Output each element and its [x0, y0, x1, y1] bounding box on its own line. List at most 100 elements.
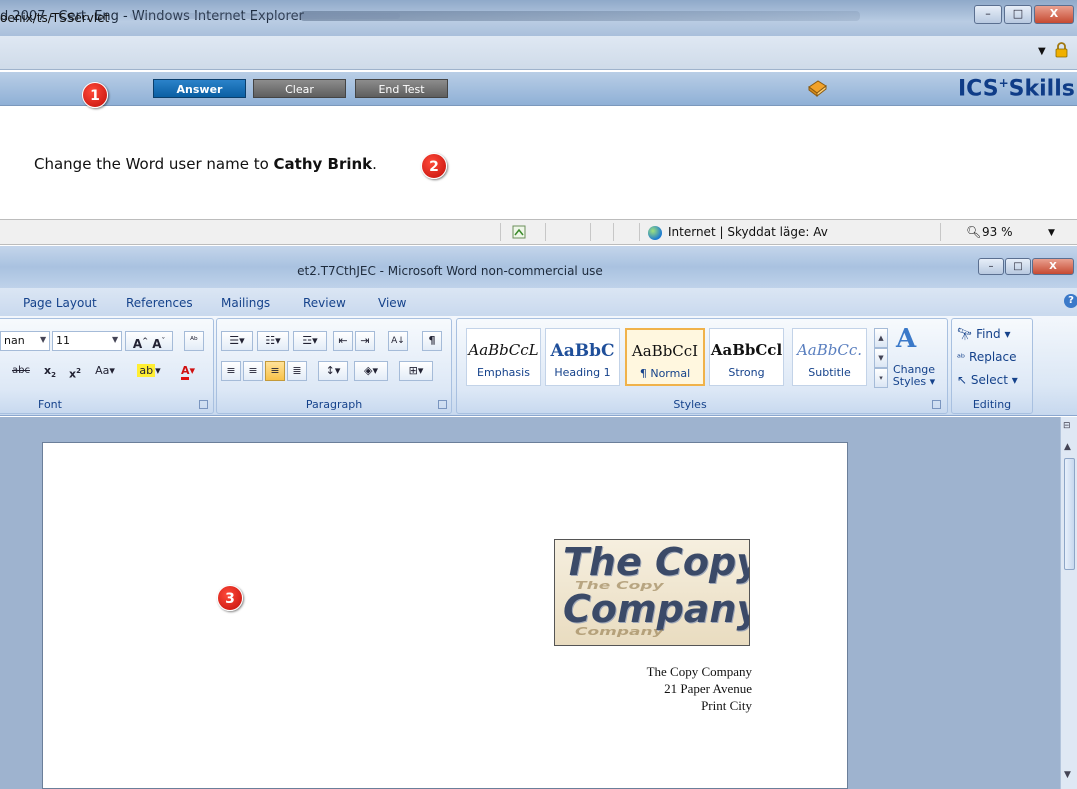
sort-icon[interactable]: A↓	[388, 331, 408, 351]
ics-skills-logo: ICS+Skills	[958, 76, 1075, 102]
word-close-button[interactable]: X	[1032, 258, 1074, 275]
find-button[interactable]: 🔭︎ Find ▾	[957, 327, 1011, 341]
status-separator	[500, 223, 501, 241]
font-size-dropdown-icon[interactable]: ▼	[112, 335, 118, 344]
grow-shrink-font-icon[interactable]: A^ Aˇ	[125, 331, 173, 351]
multilevel-list-icon[interactable]: ☲▾	[293, 331, 327, 351]
address-url[interactable]: oenix/ts/TSServlet	[0, 11, 109, 25]
bullets-icon[interactable]: ☰▾	[221, 331, 253, 351]
style-heading-1[interactable]: AaBbC Heading 1	[545, 328, 620, 386]
replace-button[interactable]: ᵃᵇ Replace	[957, 350, 1017, 364]
show-formatting-icon[interactable]: ¶	[422, 331, 442, 351]
zoom-level[interactable]: 93 %	[982, 225, 1013, 239]
styles-scroll-up-icon[interactable]: ▲	[874, 328, 888, 348]
clear-formatting-icon[interactable]: ᴬᵇ	[184, 331, 204, 351]
style-subtitle[interactable]: AaBbCc. Subtitle	[792, 328, 867, 386]
styles-dialog-launcher-icon[interactable]	[932, 400, 941, 409]
close-button[interactable]: X	[1034, 5, 1074, 24]
answer-button[interactable]: Answer	[153, 79, 246, 98]
change-styles-icon[interactable]: A	[896, 324, 916, 354]
select-label: Select ▾	[970, 373, 1018, 387]
styles-more-icon[interactable]: ▾	[874, 368, 888, 388]
status-separator	[940, 223, 941, 241]
help-book-icon[interactable]	[806, 78, 828, 98]
status-separator	[590, 223, 591, 241]
style-sample: AaBbCcL	[468, 341, 539, 359]
style-name: Heading 1	[554, 366, 611, 379]
address-dropdown-icon[interactable]: ▼	[1038, 46, 1046, 57]
tab-mailings[interactable]: Mailings	[221, 296, 270, 310]
borders-icon[interactable]: ⊞▾	[399, 361, 433, 381]
justify-icon[interactable]: ≣	[287, 361, 307, 381]
style-name: Strong	[728, 366, 765, 379]
clear-button[interactable]: Clear	[253, 79, 346, 98]
security-zone[interactable]: Internet | Skyddat läge: Av	[668, 225, 828, 239]
zoom-icon[interactable]: 🔍︎	[966, 225, 981, 239]
help-icon[interactable]: ?	[1064, 294, 1077, 308]
font-group-label: Font	[38, 398, 62, 411]
minimize-button[interactable]: –	[974, 5, 1002, 24]
align-right-icon[interactable]: ≡	[265, 361, 285, 381]
logo-text-line-1: The Copy	[563, 540, 750, 584]
style-name: ¶ Normal	[639, 367, 691, 380]
tab-references[interactable]: References	[126, 296, 193, 310]
tab-review[interactable]: Review	[303, 296, 346, 310]
question-text: Change the Word user name to Cathy Brink…	[34, 155, 377, 173]
styles-scroll-down-icon[interactable]: ▼	[874, 348, 888, 368]
ruler-toggle-icon[interactable]: ⊟	[1063, 421, 1071, 431]
maximize-button[interactable]: □	[1004, 5, 1032, 24]
binoculars-icon: 🔭︎	[957, 327, 973, 341]
style-sample: AaBbCcl	[710, 341, 783, 359]
tab-page-layout[interactable]: Page Layout	[23, 296, 97, 310]
highlight-icon[interactable]: ab ▾	[131, 361, 167, 381]
font-dialog-launcher-icon[interactable]	[199, 400, 208, 409]
select-button[interactable]: ↖ Select ▾	[957, 373, 1018, 387]
status-separator	[639, 223, 640, 241]
font-color-icon[interactable]: A▾	[170, 361, 206, 381]
decrease-indent-icon[interactable]: ⇤	[333, 331, 353, 351]
style-sample: AaBbC	[550, 341, 615, 361]
style-strong[interactable]: AaBbCcl Strong	[709, 328, 784, 386]
popup-blocker-icon[interactable]	[512, 225, 526, 239]
address-bar	[0, 36, 1077, 70]
address-line: Print City	[701, 698, 752, 713]
shading-icon[interactable]: ◈▾	[354, 361, 388, 381]
change-styles-button[interactable]: Change Styles ▾	[888, 364, 940, 388]
change-case-icon[interactable]: Aa▾	[88, 361, 122, 381]
replace-label: Replace	[969, 350, 1017, 364]
subscript-icon[interactable]: x2	[40, 361, 60, 381]
style-normal[interactable]: AaBbCcI ¶ Normal	[625, 328, 705, 386]
tab-view[interactable]: View	[378, 296, 406, 310]
increase-indent-icon[interactable]: ⇥	[355, 331, 375, 351]
callout-badge-3: 3	[217, 585, 243, 611]
address-line: 21 Paper Avenue	[664, 681, 752, 696]
address-obscured	[130, 13, 400, 19]
font-name-dropdown-icon[interactable]: ▼	[40, 335, 46, 344]
lock-icon	[1055, 42, 1068, 58]
align-center-icon[interactable]: ≡	[243, 361, 263, 381]
strikethrough-icon[interactable]: abc	[3, 361, 39, 381]
scroll-up-icon[interactable]: ▲	[1064, 442, 1071, 452]
browser-status-bar	[0, 219, 1077, 245]
align-left-icon[interactable]: ≡	[221, 361, 241, 381]
editing-group-label: Editing	[972, 398, 1012, 411]
line-spacing-icon[interactable]: ↕▾	[318, 361, 348, 381]
style-emphasis[interactable]: AaBbCcL Emphasis	[466, 328, 541, 386]
address-line: The Copy Company	[646, 664, 752, 679]
superscript-icon[interactable]: x2	[65, 361, 85, 381]
word-minimize-button[interactable]: –	[978, 258, 1004, 275]
word-maximize-button[interactable]: □	[1005, 258, 1031, 275]
logo-reflection: Company	[575, 626, 664, 638]
style-name: Subtitle	[808, 366, 851, 379]
company-logo-image[interactable]: The Copy The Copy Company Company	[554, 539, 750, 646]
numbering-icon[interactable]: ☷▾	[257, 331, 289, 351]
change-styles-label: Styles ▾	[892, 375, 936, 388]
find-label: Find ▾	[976, 327, 1011, 341]
callout-badge-1: 1	[82, 82, 108, 108]
scroll-down-icon[interactable]: ▼	[1064, 770, 1071, 780]
style-name: Emphasis	[477, 366, 530, 379]
scrollbar-thumb[interactable]	[1064, 458, 1075, 570]
zoom-dropdown-icon[interactable]: ▼	[1048, 228, 1055, 238]
end-test-button[interactable]: End Test	[355, 79, 448, 98]
paragraph-dialog-launcher-icon[interactable]	[438, 400, 447, 409]
